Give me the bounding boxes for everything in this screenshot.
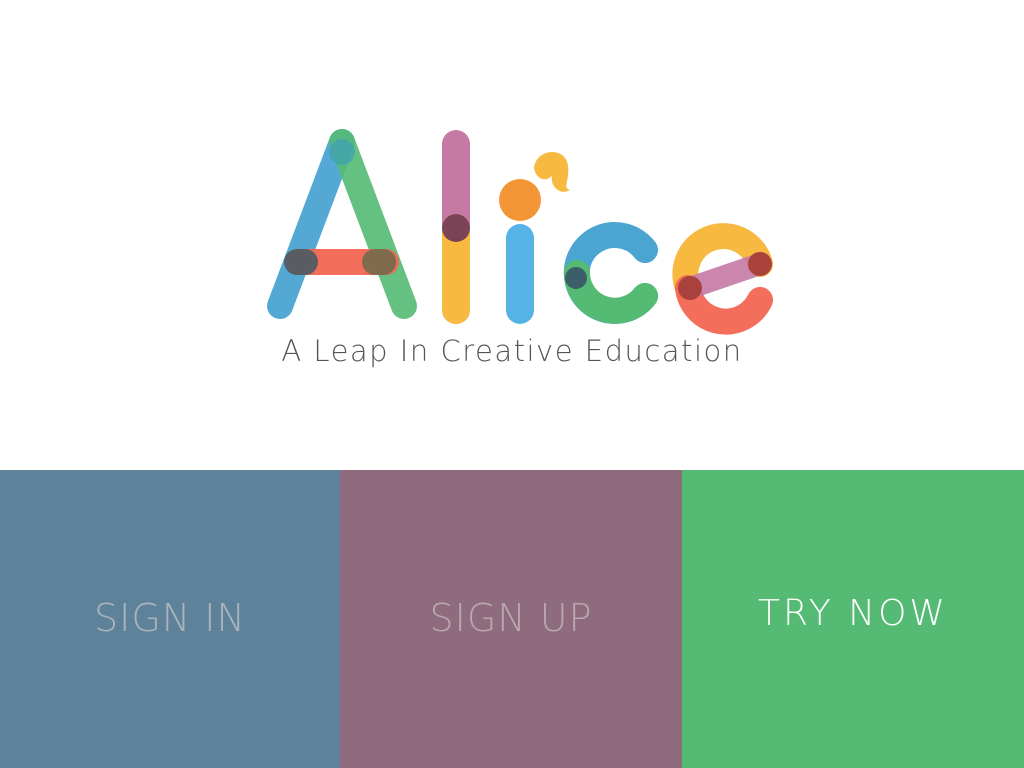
alice-logo: [267, 129, 773, 335]
sign-up-label: SIGN UP: [429, 596, 593, 640]
action-bar: SIGN IN SIGN UP TRY NOW: [0, 470, 1024, 768]
hero-section: A Leap In Creative Education: [0, 0, 1024, 470]
sign-in-label: SIGN IN: [94, 596, 246, 640]
try-now-label: TRY NOW: [758, 592, 948, 634]
tagline: A Leap In Creative Education: [281, 334, 743, 368]
try-now-button[interactable]: TRY NOW: [682, 470, 1024, 768]
welcome-screen: A Leap In Creative Education SIGN IN SIG…: [0, 0, 1024, 768]
sign-in-button[interactable]: SIGN IN: [0, 470, 340, 768]
sign-up-button[interactable]: SIGN UP: [340, 470, 682, 768]
